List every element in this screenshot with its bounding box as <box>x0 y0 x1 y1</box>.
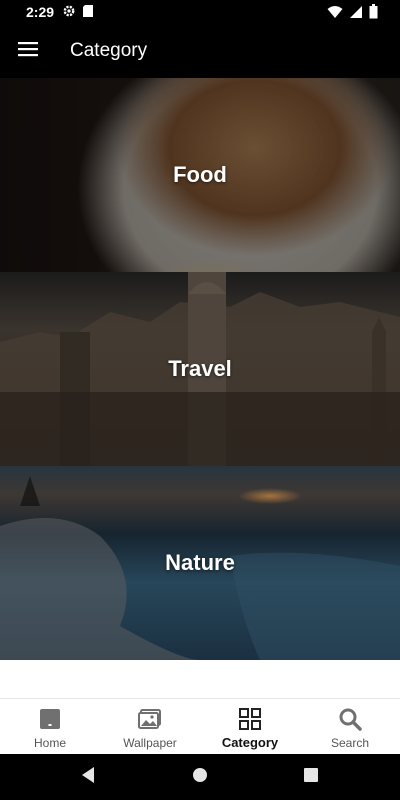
nav-item-search[interactable]: Search <box>300 699 400 755</box>
recents-button[interactable] <box>301 767 321 787</box>
status-time: 2:29 <box>26 4 55 20</box>
gear-icon <box>62 4 76 23</box>
home-button[interactable] <box>190 767 210 787</box>
home-circle-icon <box>192 767 208 788</box>
back-icon <box>80 766 96 789</box>
home-icon <box>38 707 62 731</box>
category-label: Food <box>173 162 227 187</box>
grid-icon <box>238 707 262 731</box>
category-card-nature[interactable]: Nature <box>0 466 400 660</box>
category-card-travel[interactable]: Travel <box>0 272 400 466</box>
nav-item-wallpaper[interactable]: Wallpaper <box>100 699 200 755</box>
sd-card-icon <box>82 4 94 23</box>
nav-item-home[interactable]: Home <box>0 699 100 755</box>
nav-item-category[interactable]: Category <box>200 699 300 755</box>
app-bar: Category <box>0 24 400 78</box>
wallpaper-icon <box>138 707 162 731</box>
back-button[interactable] <box>78 766 98 789</box>
category-label: Nature <box>165 550 235 575</box>
category-card-food[interactable]: Food <box>0 78 400 272</box>
category-label: Travel <box>168 356 232 381</box>
recents-icon <box>303 767 319 788</box>
status-left-icons <box>62 4 94 23</box>
system-navigation-bar <box>0 754 400 800</box>
nav-label: Wallpaper <box>123 736 177 750</box>
nav-label: Category <box>221 735 279 750</box>
bottom-navigation: Home Wallpaper Category Search <box>0 698 400 754</box>
status-bar: 2:29 <box>0 0 400 24</box>
menu-button[interactable] <box>14 38 42 64</box>
nav-label: Home <box>33 736 66 750</box>
nav-label: Search <box>330 736 370 750</box>
hamburger-menu-icon <box>18 41 38 62</box>
page-title: Category <box>70 40 148 61</box>
battery-icon <box>369 4 378 24</box>
category-list: Food Travel Nature <box>0 78 400 698</box>
search-icon <box>338 707 362 731</box>
signal-icon <box>349 5 363 24</box>
wifi-icon <box>327 5 343 24</box>
status-right-icons <box>327 4 378 24</box>
